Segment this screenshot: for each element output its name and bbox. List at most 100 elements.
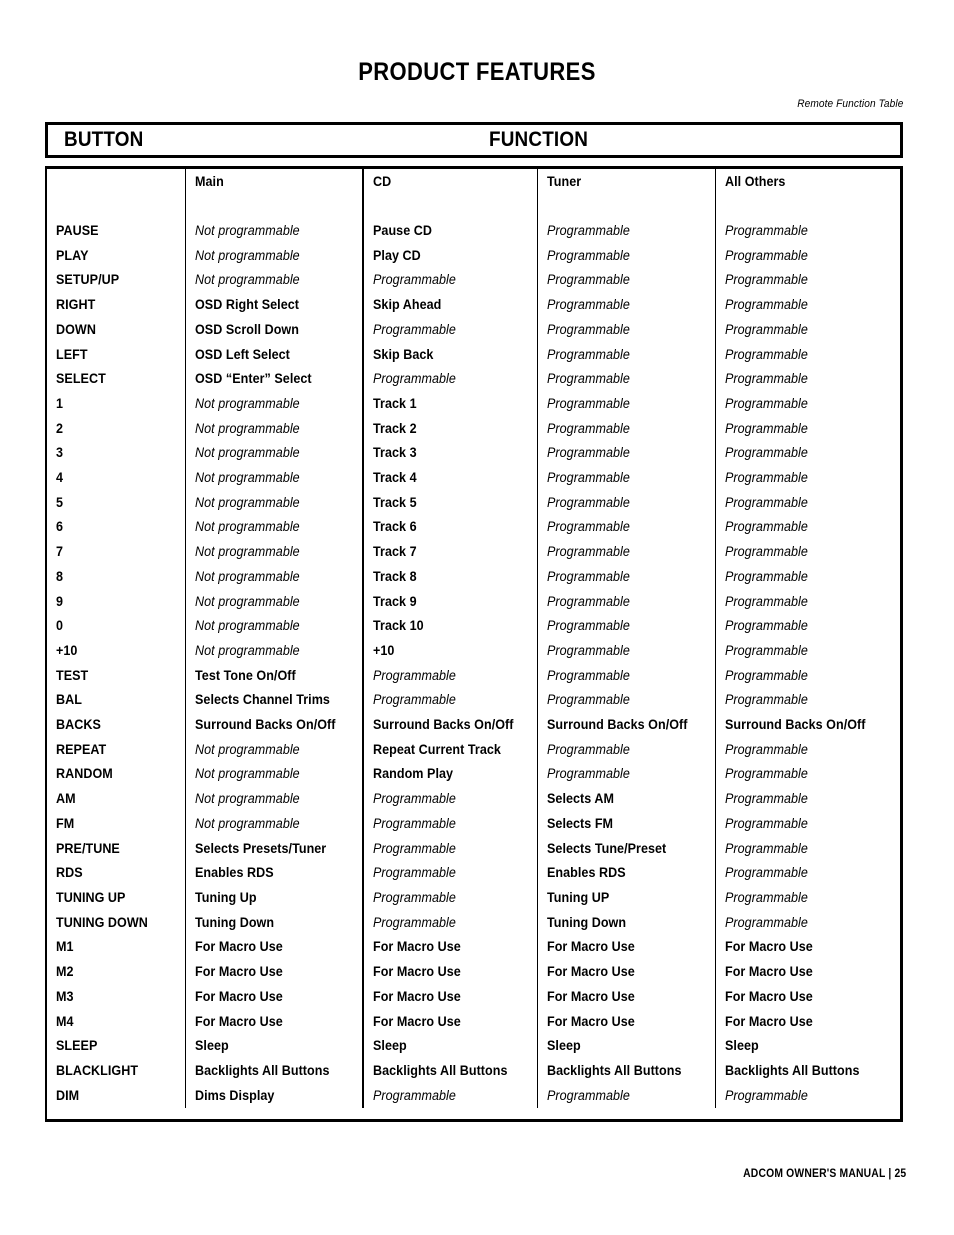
function-label: Backlights All Buttons xyxy=(373,1062,508,1078)
function-label: Track 7 xyxy=(373,544,417,560)
function-cell-main: Not programmable xyxy=(184,638,363,664)
function-cell-other: Programmable xyxy=(714,1083,900,1109)
function-label: Programmable xyxy=(724,618,808,634)
button-name-cell: RDS xyxy=(47,861,185,886)
button-name-cell: TUNING UP xyxy=(47,886,185,911)
button-name-cell: PLAY xyxy=(47,244,185,269)
function-label: Backlights All Buttons xyxy=(546,1062,682,1078)
function-label: Programmable xyxy=(373,371,456,387)
function-cell-other: Programmable xyxy=(714,515,900,541)
function-cell-cd: Track 9 xyxy=(362,589,537,615)
function-cell-cd: Pause CD xyxy=(362,219,537,244)
table-row: 0 Not programmable Track 10 Programmable Pro… xyxy=(47,614,900,639)
function-label: Programmable xyxy=(724,371,808,387)
function-cell-cd: Sleep xyxy=(362,1034,537,1059)
function-label: Sleep xyxy=(194,1038,229,1054)
function-cell-tuner: Programmable xyxy=(536,589,715,615)
function-cell-tuner: Programmable xyxy=(536,293,715,318)
table-row: DIM Dims Display Programmable Programmable P… xyxy=(47,1083,900,1109)
function-label: Selects AM xyxy=(546,791,614,807)
function-label: Programmable xyxy=(546,420,630,436)
function-cell-main: For Macro Use xyxy=(184,984,363,1010)
function-label: OSD Right Select xyxy=(194,297,299,313)
function-cell-main: Tuning Up xyxy=(184,885,363,911)
button-name-label: SETUP/UP xyxy=(56,272,120,288)
button-name-cell: BAL xyxy=(47,688,185,713)
function-label: Programmable xyxy=(724,840,808,856)
function-label: Not programmable xyxy=(194,420,300,436)
button-name-label: TUNING UP xyxy=(56,889,126,905)
button-name-label: M4 xyxy=(56,1013,74,1029)
button-name-cell: 8 xyxy=(47,565,185,590)
function-label: Track 2 xyxy=(373,420,417,436)
button-name-cell: 2 xyxy=(47,417,185,442)
function-label: Programmable xyxy=(724,519,808,535)
function-label: Programmable xyxy=(373,667,456,683)
function-cell-main: Not programmable xyxy=(184,564,363,590)
function-label: Tuning Down xyxy=(194,914,274,930)
function-cell-cd: Programmable xyxy=(362,367,537,392)
function-cell-tuner: For Macro Use xyxy=(536,935,715,961)
function-cell-other: Programmable xyxy=(714,540,900,565)
function-cell-main: For Macro Use xyxy=(184,935,363,961)
button-name-cell: BACKS xyxy=(47,713,185,738)
button-name-cell: REPEAT xyxy=(47,738,185,763)
function-label: Programmable xyxy=(546,247,630,263)
button-name-label: AM xyxy=(56,791,76,807)
function-label: Not programmable xyxy=(194,470,300,486)
function-cell-cd: For Macro Use xyxy=(362,935,537,961)
table-row: 5 Not programmable Track 5 Programmable Prog… xyxy=(47,490,900,516)
function-label: For Macro Use xyxy=(194,1013,283,1029)
function-label: Programmable xyxy=(724,420,808,436)
function-label: For Macro Use xyxy=(724,939,813,955)
function-label: Backlights All Buttons xyxy=(194,1062,330,1078)
button-name-cell: M2 xyxy=(47,960,185,985)
button-name-label: 1 xyxy=(56,395,64,411)
function-label: Programmable xyxy=(373,791,456,807)
function-cell-cd: Programmable xyxy=(362,836,537,862)
table-row: BACKS Surround Backs On/Off Surround Backs… xyxy=(47,713,900,738)
function-cell-tuner: Programmable xyxy=(536,391,715,417)
function-cell-tuner: Selects Tune/Preset xyxy=(536,836,715,862)
function-cell-tuner: Enables RDS xyxy=(536,861,715,886)
function-label: Programmable xyxy=(373,889,456,905)
function-cell-other: Programmable xyxy=(714,490,900,516)
function-label: For Macro Use xyxy=(546,1013,635,1029)
column-header-tuner: Tuner xyxy=(536,169,715,195)
column-header-label: Main xyxy=(194,174,224,189)
table-header-row: Main CD Tuner All Others xyxy=(47,169,900,195)
function-cell-tuner: Tuning Down xyxy=(536,910,715,936)
function-label: Programmable xyxy=(724,346,808,362)
button-name-label: LEFT xyxy=(56,346,88,362)
function-cell-other: For Macro Use xyxy=(714,935,900,961)
function-label: Programmable xyxy=(724,568,808,584)
function-cell-main: OSD Right Select xyxy=(184,293,363,318)
function-cell-main: Not programmable xyxy=(184,811,363,837)
function-cell-tuner: Programmable xyxy=(536,737,715,763)
table-row: 7 Not programmable Track 7 Programmable Prog… xyxy=(47,540,900,565)
button-name-label: PLAY xyxy=(56,247,89,263)
function-label: Selects Tune/Preset xyxy=(546,840,666,856)
button-name-cell: TUNING DOWN xyxy=(47,911,185,936)
function-cell-cd: Surround Backs On/Off xyxy=(362,713,537,738)
button-name-cell: FM xyxy=(47,812,185,837)
function-label: Tuning UP xyxy=(546,889,609,905)
table-row: BLACKLIGHT Backlights All Buttons Backligh… xyxy=(47,1058,900,1084)
function-label: Programmable xyxy=(546,741,630,757)
button-name-cell: BLACKLIGHT xyxy=(47,1059,185,1084)
table-row: LEFT OSD Left Select Skip Back Programmable… xyxy=(47,342,900,368)
spacer-cell xyxy=(536,195,715,219)
button-name-label: M3 xyxy=(56,988,74,1004)
function-label: Programmable xyxy=(724,395,808,411)
function-label: For Macro Use xyxy=(194,964,283,980)
function-label: Programmable xyxy=(546,371,630,387)
remote-function-table: Main CD Tuner All Others PAUSE Not programma… xyxy=(45,166,903,1122)
function-cell-main: For Macro Use xyxy=(184,960,363,985)
function-cell-main: Not programmable xyxy=(184,490,363,516)
function-label: Programmable xyxy=(546,445,630,461)
button-name-label: 0 xyxy=(56,618,64,634)
function-label: Programmable xyxy=(546,297,630,313)
button-name-cell: 5 xyxy=(47,491,185,516)
button-name-cell: 7 xyxy=(47,540,185,565)
function-label: Programmable xyxy=(724,223,808,238)
